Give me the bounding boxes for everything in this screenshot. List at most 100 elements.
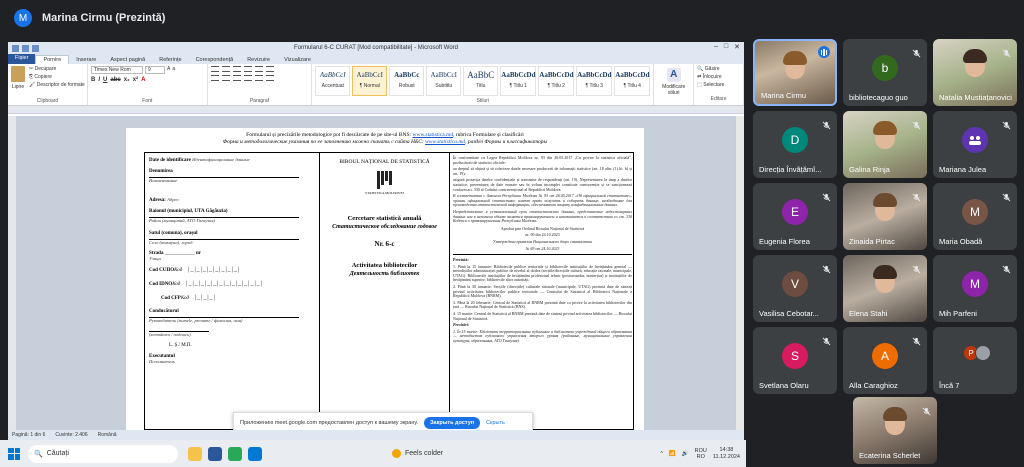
- close-icon[interactable]: ✕: [734, 43, 740, 51]
- tab-mailings[interactable]: Corespondență: [189, 56, 241, 64]
- pilcrow-icon[interactable]: [265, 66, 274, 72]
- document-page[interactable]: Formularul și precizările metodologice p…: [126, 128, 644, 430]
- participant-tile[interactable]: M Maria Obadă: [933, 183, 1017, 250]
- underline-button[interactable]: U: [103, 77, 107, 83]
- group-label: Editare: [710, 96, 727, 102]
- tab-review[interactable]: Revizuire: [240, 56, 277, 64]
- maximize-icon[interactable]: □: [724, 43, 728, 51]
- style-item[interactable]: AaBbCcI Subtitlu: [426, 66, 462, 96]
- participant-tile[interactable]: Zinaida Pirtac: [843, 183, 927, 250]
- vertical-scrollbar[interactable]: [735, 116, 744, 430]
- participant-tile[interactable]: E Eugenia Florea: [753, 183, 837, 250]
- word-count[interactable]: Cuvinte: 2.406: [55, 432, 87, 438]
- tab-page-layout[interactable]: Aspect pagină: [103, 56, 152, 64]
- participant-tile[interactable]: b bibliotecaguo guo: [843, 39, 927, 106]
- participant-video-hair: [783, 51, 807, 65]
- weather-widget[interactable]: Feels colder: [392, 449, 443, 458]
- taskbar-search[interactable]: 🔍 Căutați: [28, 444, 178, 463]
- form-header-note: Formularul și precizările metodologice p…: [222, 132, 548, 145]
- style-item[interactable]: AaBbCcDd ¶ Titlu 4: [614, 66, 651, 96]
- shrink-font-icon[interactable]: a: [172, 66, 175, 74]
- mic-muted-icon: [822, 117, 831, 130]
- participant-tile[interactable]: D Direcția Învățămî...: [753, 111, 837, 178]
- grow-font-icon[interactable]: A: [167, 66, 170, 74]
- chrome-icon[interactable]: [228, 446, 242, 461]
- style-item[interactable]: AaBbC Titlu: [463, 66, 499, 96]
- style-item[interactable]: AaBbCcI ¶ Normal: [352, 66, 388, 96]
- style-item[interactable]: AaBbCcDd ¶ Titlu 1: [500, 66, 537, 96]
- tab-view[interactable]: Vizualizare: [277, 56, 318, 64]
- style-item[interactable]: AaBbCcI Accentuat: [315, 66, 351, 96]
- windows-start-icon[interactable]: [8, 447, 20, 460]
- volume-icon[interactable]: 🔊: [682, 451, 689, 457]
- participant-tile[interactable]: A Alla Caraghioz: [843, 327, 927, 394]
- copy-button[interactable]: ⎘ Copiere: [29, 74, 85, 80]
- horizontal-ruler[interactable]: [8, 106, 744, 114]
- file-explorer-icon[interactable]: [188, 446, 202, 461]
- subscript-button[interactable]: x₂: [124, 77, 130, 83]
- justify-icon[interactable]: [243, 75, 252, 81]
- select-button[interactable]: ⬚ Selectare: [697, 82, 740, 88]
- sort-icon[interactable]: [254, 66, 263, 72]
- participant-tile[interactable]: Mariana Julea: [933, 111, 1017, 178]
- mic-muted-icon: [1002, 189, 1011, 202]
- minimize-icon[interactable]: –: [714, 43, 718, 51]
- participant-tile[interactable]: Marina Cirmu: [753, 39, 837, 106]
- format-painter-button[interactable]: 🖌 Descriptor de formate: [29, 82, 85, 88]
- style-item[interactable]: AaBbCcDd ¶ Titlu 3: [576, 66, 613, 96]
- edge-icon[interactable]: [248, 446, 262, 461]
- font-color-button[interactable]: A: [141, 77, 145, 83]
- modify-styles-button[interactable]: A Modificare stiluri: [654, 64, 695, 105]
- taskbar-clock[interactable]: 14:38 11.12.2024: [713, 447, 740, 461]
- shading-icon[interactable]: [265, 75, 274, 81]
- participant-tile[interactable]: V Vasilisa Cebotar...: [753, 255, 837, 322]
- meet-header: M Marina Cirmu (Prezintă): [0, 0, 1024, 36]
- stop-sharing-button[interactable]: Закрыть доступ: [424, 417, 481, 429]
- style-item[interactable]: AaBbCc Robust: [389, 66, 425, 96]
- participant-tile[interactable]: S Svetlana Olaru: [753, 327, 837, 394]
- indent-icon[interactable]: [243, 66, 252, 72]
- numbering-icon[interactable]: [221, 66, 230, 72]
- align-right-icon[interactable]: [232, 75, 241, 81]
- italic-button[interactable]: I: [98, 77, 100, 83]
- line-spacing-icon[interactable]: [254, 75, 263, 81]
- align-left-icon[interactable]: [210, 75, 219, 81]
- vertical-ruler[interactable]: [8, 116, 16, 430]
- bullets-icon[interactable]: [210, 66, 219, 72]
- language-switch[interactable]: ROU RO: [695, 448, 707, 460]
- style-item[interactable]: AaBbCcDd ¶ Titlu 2: [538, 66, 575, 96]
- participant-tile[interactable]: Ecaterina Scherlet: [853, 397, 937, 464]
- multilevel-icon[interactable]: [232, 66, 241, 72]
- font-size-select[interactable]: 9: [145, 66, 165, 74]
- word-app-icon[interactable]: [208, 446, 222, 461]
- form-table: Date de identificare Идентификационные д…: [144, 152, 634, 430]
- network-icon[interactable]: 📶: [669, 451, 676, 457]
- strikethrough-button[interactable]: abc: [110, 77, 120, 83]
- align-center-icon[interactable]: [221, 75, 230, 81]
- language-indicator[interactable]: Română: [98, 432, 117, 438]
- cuiio-boxes[interactable]: |_|_|_|_|_|_|_|_|: [188, 267, 240, 273]
- document-area[interactable]: Formularul și precizările metodologice p…: [8, 116, 744, 430]
- participant-name: Mariana Julea: [939, 165, 987, 174]
- find-button[interactable]: 🔍 Găsire: [697, 66, 740, 72]
- font-name-select[interactable]: Times New Rom: [91, 66, 143, 74]
- cfp-boxes[interactable]: |_|_|_|: [195, 295, 216, 301]
- participant-tile[interactable]: M Mih Parfeni: [933, 255, 1017, 322]
- participant-tile[interactable]: Elena Stahi: [843, 255, 927, 322]
- replace-button[interactable]: ⇄ Înlocuire: [697, 74, 740, 80]
- cut-button[interactable]: ✂ Decupare: [29, 66, 85, 72]
- participant-tile[interactable]: Natalia Mustiațanovici: [933, 39, 1017, 106]
- superscript-button[interactable]: x²: [133, 77, 138, 83]
- bold-button[interactable]: B: [91, 77, 95, 83]
- hide-notification-link[interactable]: Скрыть: [486, 420, 505, 426]
- participant-video-hair: [873, 193, 897, 207]
- idno-boxes[interactable]: |_|_|_|_|_|_|_|_|_|_|_|_|: [186, 281, 263, 287]
- participant-tile[interactable]: P Încă 7: [933, 327, 1017, 394]
- participant-tile[interactable]: Galina Rinja: [843, 111, 927, 178]
- tab-file[interactable]: Fișier: [8, 54, 36, 64]
- tab-home[interactable]: Pornire: [35, 55, 70, 64]
- tab-references[interactable]: Referințe: [152, 56, 188, 64]
- tab-insert[interactable]: Inserare: [69, 56, 103, 64]
- page-count[interactable]: Pagină: 1 din 6: [12, 432, 45, 438]
- tray-chevron-icon[interactable]: ^: [660, 451, 663, 457]
